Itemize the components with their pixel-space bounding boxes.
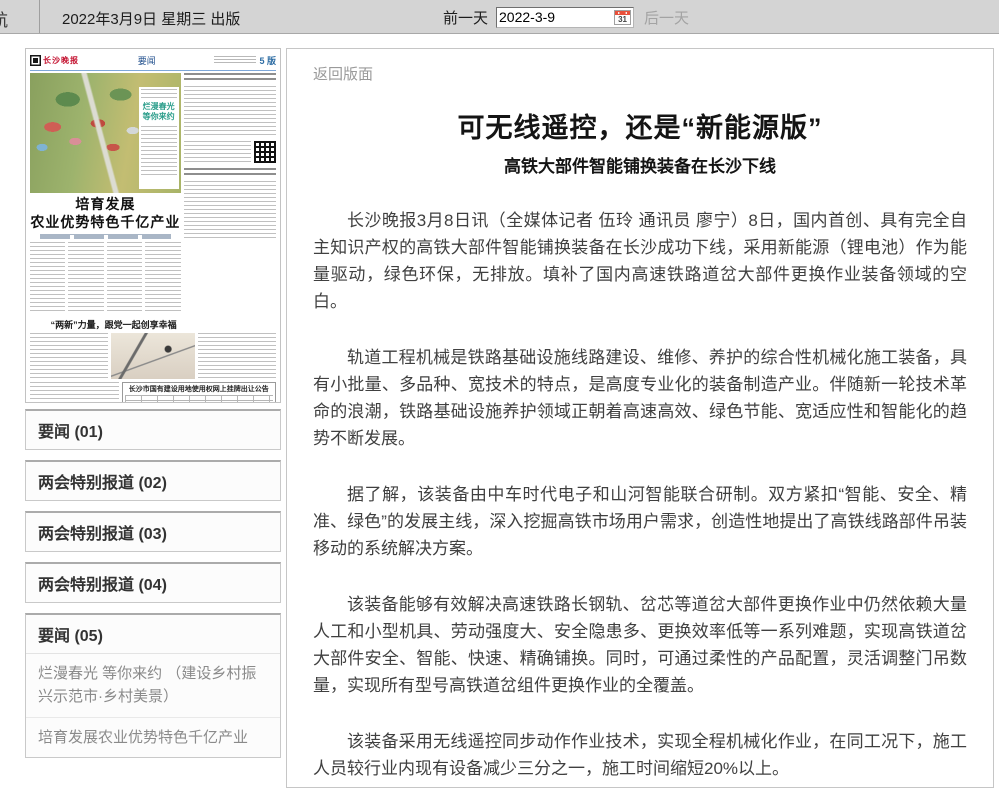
text-column — [198, 333, 276, 379]
thumbnail-bottom-section: “两新”力量，跟党一起创享幸福 长沙市国有建设用地使用权网上挂牌出让公告 — [26, 314, 280, 403]
article-paragraph-4: 该装备能够有效解决高速铁路长钢轨、岔芯等道岔大部件更换作业中仍然依赖大量人工和小… — [313, 591, 967, 699]
article-paragraph-1: 长沙晚报3月8日讯（全媒体记者 伍玲 通讯员 廖宁）8日，国内首创、具有完全自主… — [313, 207, 967, 315]
text-column — [145, 242, 180, 314]
thumbnail-headline-line1: 培育发展 — [30, 196, 181, 214]
date-input[interactable] — [499, 9, 614, 25]
toolbar-divider — [39, 0, 40, 33]
qr-code — [254, 141, 276, 163]
article-link-1[interactable]: 烂漫春光 等你来约 （建设乡村振兴示范市·乡村美景） — [26, 654, 280, 718]
text-column — [30, 242, 65, 314]
thumbnail-left-column: 烂漫春光 等你来约 培育发展 农业优势特色千亿产业 — [30, 73, 181, 314]
thumbnail-section-title: 要闻 — [79, 54, 214, 67]
paper-logo-icon — [30, 55, 41, 66]
section-nav-list: 要闻 (01) 两会特别报道 (02) 两会特别报道 (03) 两会特别报道 (… — [25, 409, 281, 758]
nav-clipped-label: 航 — [0, 6, 22, 28]
article-subtitle: 高铁大部件智能铺换装备在长沙下线 — [313, 152, 967, 177]
article-body: 长沙晚报3月8日讯（全媒体记者 伍玲 通讯员 廖宁）8日，国内首创、具有完全自主… — [313, 207, 967, 782]
thumbnail-upper-grid: 烂漫春光 等你来约 培育发展 农业优势特色千亿产业 — [26, 71, 280, 314]
calendar-icon[interactable]: 31 — [614, 10, 631, 25]
thumbnail-headline-block: 培育发展 农业优势特色千亿产业 — [30, 193, 181, 314]
article-title: 可无线遥控，还是“新能源版” — [313, 106, 967, 145]
article-paragraph-3: 据了解，该装备由中车时代电子和山河智能联合研制。双方紧扣“智能、安全、精准、绿色… — [313, 481, 967, 562]
thumbnail-text-columns — [30, 242, 181, 314]
sidebar: 长沙晚报 要闻 5 版 烂漫春光 等你来约 — [25, 48, 281, 758]
next-day-button[interactable]: 后一天 — [644, 7, 689, 28]
thumbnail-masthead: 长沙晚报 要闻 5 版 — [26, 49, 280, 68]
page-thumbnail[interactable]: 长沙晚报 要闻 5 版 烂漫春光 等你来约 — [25, 48, 281, 403]
text-column — [107, 242, 142, 314]
photo-inset-column: 烂漫春光 等你来约 — [139, 87, 179, 189]
sidebar-item-section-05: 要闻 (05) 烂漫春光 等你来约 （建设乡村振兴示范市·乡村美景） 培育发展农… — [25, 613, 281, 758]
calendar-icon-day: 31 — [615, 15, 630, 24]
top-toolbar: 航 2022年3月9日 星期三 出版 前一天 31 后一天 — [0, 0, 999, 34]
current-section-header[interactable]: 要闻 (05) — [26, 615, 280, 654]
text-column — [30, 333, 108, 379]
thumbnail-notice-row: 长沙市国有建设用地使用权网上挂牌出让公告 — [30, 382, 276, 403]
text-column — [30, 382, 119, 403]
right-headline-bars — [184, 168, 276, 178]
thumbnail-bottom-row — [30, 333, 276, 379]
sidebar-item-section-03[interactable]: 两会特别报道 (03) — [25, 511, 281, 552]
nav-clipped-text: 航 — [0, 6, 8, 28]
thumbnail-headline-line2: 农业优势特色千亿产业 — [30, 214, 181, 232]
notice-grid — [125, 395, 273, 403]
sidebar-item-section-04[interactable]: 两会特别报道 (04) — [25, 562, 281, 603]
masthead-info-lines — [214, 56, 256, 65]
notice-title: 长沙市国有建设用地使用权网上挂牌出让公告 — [125, 384, 273, 394]
thumbnail-page-number: 5 版 — [259, 54, 276, 67]
article-paragraph-5: 该装备采用无线遥控同步动作作业技术，实现全程机械化作业，在同工况下，施工人员较行… — [313, 728, 967, 782]
article-link-2[interactable]: 培育发展农业优势特色千亿产业 — [26, 718, 280, 757]
green-title: 烂漫春光 等你来约 — [141, 102, 177, 123]
sidebar-item-section-01[interactable]: 要闻 (01) — [25, 409, 281, 450]
machine-photo — [111, 333, 195, 379]
text-column — [68, 242, 103, 314]
aerial-photo: 烂漫春光 等你来约 — [30, 73, 181, 193]
thumbnail-bottom-headline: “两新”力量，跟党一起创享幸福 — [30, 318, 197, 331]
green-title-line2: 等你来约 — [143, 112, 175, 121]
article-paragraph-2: 轨道工程机械是铁路基础设施线路建设、维修、养护的综合性机械化施工装备，具有小批量… — [313, 344, 967, 452]
text-column — [184, 141, 251, 165]
paper-name: 长沙晚报 — [43, 55, 79, 66]
text-column — [184, 86, 276, 138]
publish-date-label: 2022年3月9日 星期三 出版 — [62, 8, 240, 29]
article-panel: 返回版面 可无线遥控，还是“新能源版” 高铁大部件智能铺换装备在长沙下线 长沙晚… — [286, 48, 994, 788]
inset-text-lines — [141, 89, 177, 99]
sidebar-item-section-02[interactable]: 两会特别报道 (02) — [25, 460, 281, 501]
qr-row — [184, 141, 276, 165]
prev-day-button[interactable]: 前一天 — [443, 7, 488, 28]
text-column — [184, 181, 276, 241]
back-to-page-link[interactable]: 返回版面 — [313, 63, 373, 84]
inset-text-lines — [141, 126, 177, 178]
notice-table: 长沙市国有建设用地使用权网上挂牌出让公告 — [122, 382, 276, 403]
thumbnail-right-column — [184, 73, 276, 314]
date-navigation: 前一天 31 后一天 — [443, 5, 689, 29]
right-headline-bars — [184, 73, 276, 83]
date-input-box[interactable]: 31 — [496, 7, 634, 28]
green-title-line1: 烂漫春光 — [143, 102, 175, 111]
thumbnail-subhead-lines — [40, 234, 171, 239]
